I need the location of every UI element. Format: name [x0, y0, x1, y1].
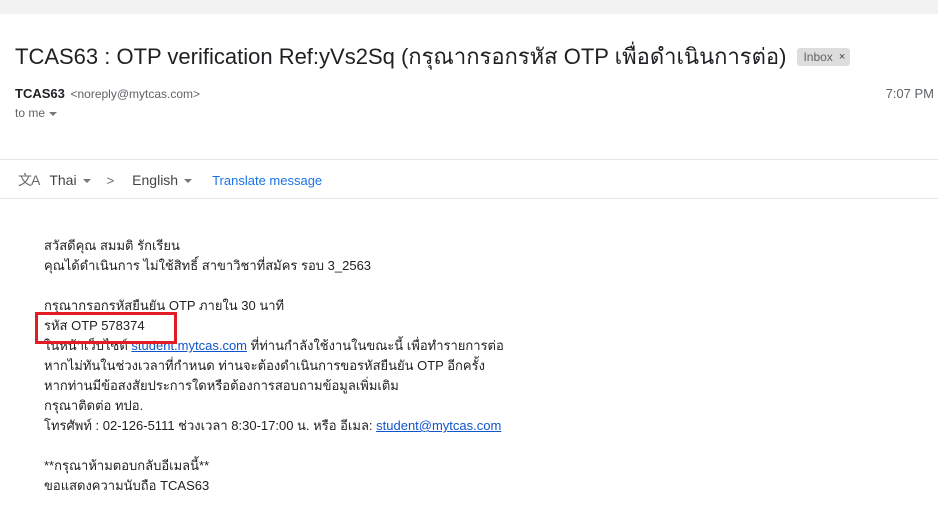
- recipient-label: to me: [15, 106, 46, 120]
- translate-message-link[interactable]: Translate message: [212, 173, 322, 188]
- body-text: ที่ท่านกำลังใช้งานในขณะนี้ เพื่อทำรายการ…: [247, 338, 504, 353]
- contact-line: โทรศัพท์ : 02-126-5111 ช่วงเวลา 8:30-17:…: [44, 416, 504, 436]
- closing-line: ขอแสดงความนับถือ TCAS63: [44, 478, 210, 493]
- body-line: กรุณาติดต่อ ทปอ.: [44, 398, 144, 413]
- inbox-label-chip[interactable]: Inbox ×: [797, 47, 851, 66]
- email-link[interactable]: student@mytcas.com: [376, 418, 501, 433]
- subject-row: TCAS63 : OTP verification Ref:yVs2Sq (กร…: [15, 39, 851, 74]
- sender-name[interactable]: TCAS63: [15, 86, 65, 101]
- greeting-line: สวัสดีคุณ สมมติ รักเรียน: [44, 238, 180, 253]
- email-time: 7:07 PM: [885, 86, 934, 101]
- source-language-select[interactable]: Thai: [49, 172, 91, 188]
- body-line: คุณได้ดำเนินการ ไม่ใช้สิทธิ์ สาขาวิชาที่…: [44, 258, 372, 273]
- warning-line: **กรุณาห้ามตอบกลับอีเมลนี้**: [44, 458, 210, 473]
- email-subject: TCAS63 : OTP verification Ref:yVs2Sq (กร…: [15, 44, 787, 69]
- sender-email: <noreply@mytcas.com>: [70, 87, 201, 101]
- email-body: สวัสดีคุณ สมมติ รักเรียน คุณได้ดำเนินการ…: [44, 236, 504, 496]
- recipient-details-toggle[interactable]: to me: [15, 106, 58, 120]
- body-line: หากท่านมีข้อสงสัยประการใดหรือต้องการสอบถ…: [44, 378, 399, 393]
- chevron-down-icon[interactable]: [49, 112, 58, 116]
- body-line: หากไม่ทันในช่วงเวลาที่กำหนด ท่านจะต้องดำ…: [44, 358, 485, 373]
- chevron-down-icon: [184, 179, 193, 183]
- remove-label-icon[interactable]: ×: [839, 51, 845, 63]
- arrow-right-icon: >: [106, 172, 115, 188]
- otp-highlight-box: [35, 312, 177, 344]
- chevron-down-icon: [82, 179, 91, 183]
- sender-row: TCAS63 <noreply@mytcas.com>: [15, 86, 200, 101]
- target-language-label: English: [132, 172, 179, 188]
- inbox-label: Inbox: [803, 49, 833, 64]
- top-bar: [0, 0, 938, 14]
- translate-bar: 文A Thai > English Translate message: [0, 159, 938, 199]
- target-language-select[interactable]: English: [132, 172, 193, 188]
- body-text: โทรศัพท์ : 02-126-5111 ช่วงเวลา 8:30-17:…: [44, 418, 377, 433]
- translate-icon: 文A: [18, 172, 40, 188]
- source-language-label: Thai: [49, 172, 77, 188]
